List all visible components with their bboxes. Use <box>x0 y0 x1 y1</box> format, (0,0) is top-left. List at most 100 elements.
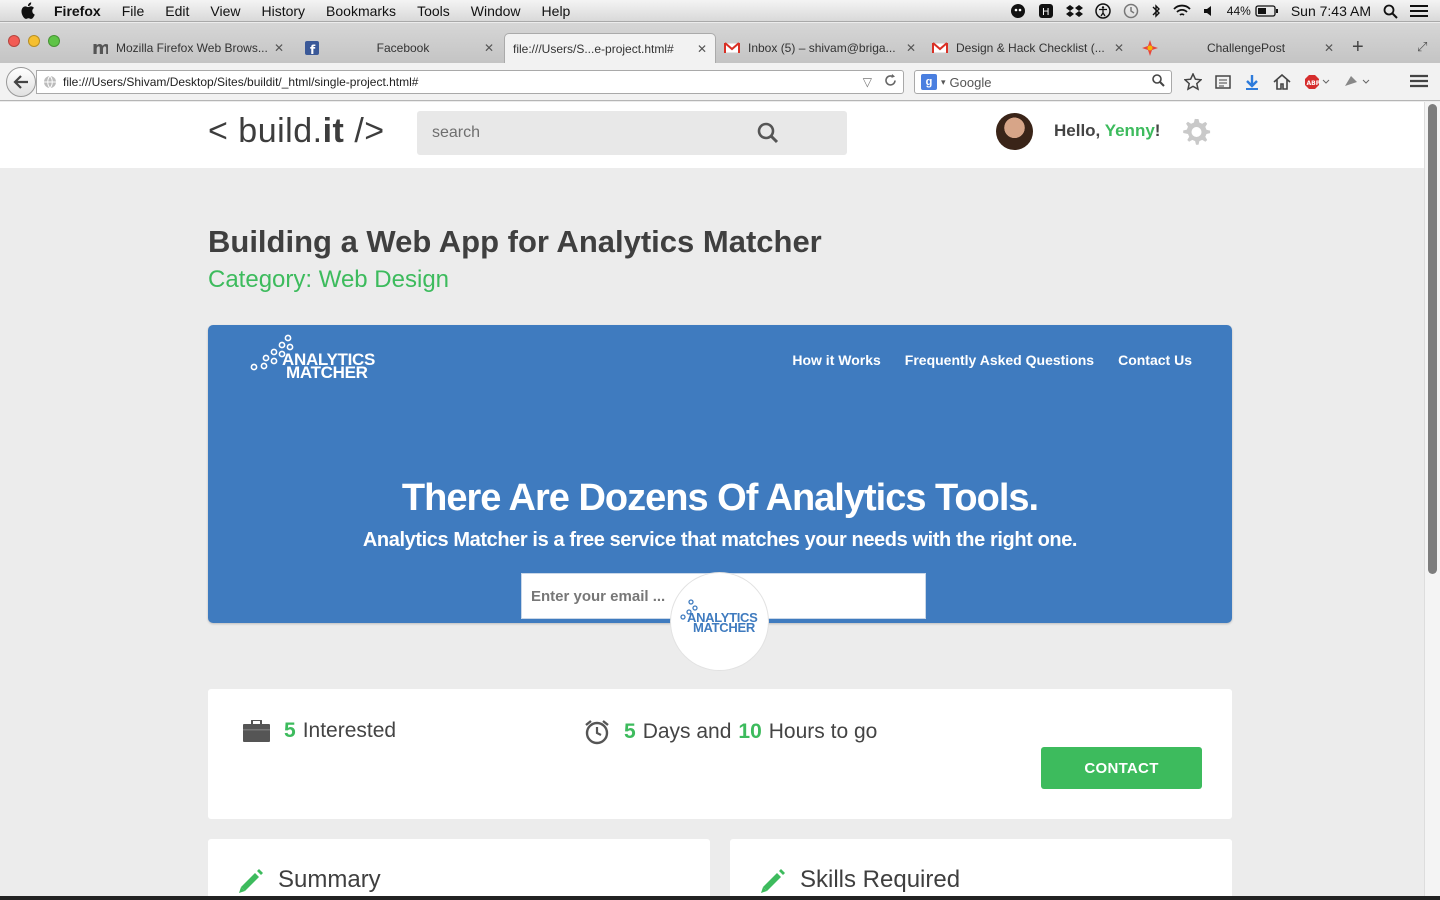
menu-tools[interactable]: Tools <box>417 3 450 19</box>
site-search-input[interactable] <box>417 111 737 155</box>
hootsuite-icon[interactable]: H <box>1038 3 1054 19</box>
gmail-icon <box>932 40 948 56</box>
battery-icon[interactable] <box>1255 5 1279 17</box>
zoom-window-button[interactable] <box>48 35 60 47</box>
summary-card-title: Summary <box>278 866 381 893</box>
new-tab-plus-icon[interactable]: + <box>1352 36 1364 59</box>
wifi-icon[interactable] <box>1173 4 1191 18</box>
mozilla-icon: m <box>92 40 108 56</box>
preview-subheadline: Analytics Matcher is a free service that… <box>362 529 1078 551</box>
user-name[interactable]: Yenny <box>1105 121 1155 140</box>
close-tab-icon[interactable]: ✕ <box>1324 41 1334 55</box>
hours-label: Hours to go <box>768 720 878 743</box>
site-logo[interactable]: < build.it /> <box>208 112 385 151</box>
bookmark-star-icon[interactable] <box>1184 73 1202 91</box>
site-search-box <box>417 111 847 155</box>
menu-edit[interactable]: Edit <box>165 3 189 19</box>
home-icon[interactable] <box>1273 74 1291 90</box>
tab-design-hack-checklist[interactable]: Design & Hack Checklist (... ✕ <box>926 33 1132 63</box>
svg-text:H: H <box>1042 7 1050 18</box>
back-arrow-icon[interactable] <box>6 67 36 97</box>
scrollbar-thumb[interactable] <box>1428 104 1437 574</box>
adblock-plus-icon[interactable]: ABP <box>1304 74 1330 90</box>
google-icon[interactable]: g <box>921 74 937 90</box>
tab-facebook[interactable]: f Facebook ✕ <box>296 33 502 63</box>
notification-center-icon[interactable] <box>1410 4 1428 18</box>
tab-gmail-inbox[interactable]: Inbox (5) – shivam@briga... ✕ <box>718 33 924 63</box>
tab-challengepost[interactable]: ChallengePost ✕ <box>1136 33 1342 63</box>
reading-list-icon[interactable] <box>1215 74 1231 90</box>
close-tab-icon[interactable]: ✕ <box>906 41 916 55</box>
preview-nav-faq: Frequently Asked Questions <box>904 352 1095 368</box>
bluetooth-icon[interactable] <box>1151 3 1161 19</box>
accessibility-icon[interactable] <box>1095 3 1111 19</box>
gear-icon[interactable] <box>1180 116 1212 153</box>
browser-toolbar-icons: ABP <box>1184 73 1384 91</box>
tab-title: file:///Users/S...e-project.html# <box>513 41 674 56</box>
skills-card-title: Skills Required <box>800 866 961 893</box>
window-bottom-edge <box>0 896 1440 900</box>
download-icon[interactable] <box>1244 74 1260 91</box>
volume-icon[interactable] <box>1203 4 1215 18</box>
pencil-icon <box>238 868 264 899</box>
reload-icon[interactable] <box>884 74 897 90</box>
minimize-window-button[interactable] <box>28 35 40 47</box>
project-category[interactable]: Category: Web Design <box>208 266 449 294</box>
menu-hamburger-icon[interactable] <box>1410 74 1428 93</box>
alarm-clock-icon <box>584 719 610 745</box>
preview-nav: How it Works Frequently Asked Questions … <box>768 352 1192 368</box>
user-avatar[interactable] <box>996 113 1033 150</box>
url-bar[interactable]: file:///Users/Shivam/Desktop/Sites/build… <box>36 70 904 94</box>
url-history-dropdown-icon[interactable]: ▽ <box>863 75 872 89</box>
close-tab-icon[interactable]: ✕ <box>697 42 707 56</box>
menu-history[interactable]: History <box>261 3 305 19</box>
svg-text:f: f <box>310 43 316 55</box>
hours-count: 10 <box>738 720 762 743</box>
close-tab-icon[interactable]: ✕ <box>1114 41 1124 55</box>
browser-search-placeholder: Google <box>949 74 992 90</box>
interested-count: 5 <box>284 719 296 742</box>
fullscreen-arrows-icon[interactable]: ⤢ <box>1417 39 1427 55</box>
menu-file[interactable]: File <box>122 3 145 19</box>
days-label: Days and <box>642 720 732 743</box>
close-tab-icon[interactable]: ✕ <box>484 41 494 55</box>
tab-mozilla[interactable]: m Mozilla Firefox Web Brows... ✕ <box>84 33 292 63</box>
apple-icon[interactable] <box>20 0 40 22</box>
menu-app-name[interactable]: Firefox <box>54 3 101 19</box>
project-stats-card: 5 Interested 5 Days and 10 Hours to go C… <box>208 689 1232 819</box>
menubar-clock[interactable]: Sun 7:43 AM <box>1291 3 1371 19</box>
preview-headline: There Are Dozens Of Analytics Tools. <box>401 477 1039 519</box>
page-scrollbar[interactable] <box>1424 102 1440 900</box>
tab-title: Inbox (5) – shivam@briga... <box>748 41 896 55</box>
tab-title: ChallengePost <box>1206 41 1286 55</box>
skills-required-card: Skills Required <box>730 839 1232 900</box>
menu-view[interactable]: View <box>210 3 240 19</box>
menu-window[interactable]: Window <box>471 3 521 19</box>
url-text[interactable]: file:///Users/Shivam/Desktop/Sites/build… <box>63 75 418 89</box>
interested-stat: 5 Interested <box>243 719 403 743</box>
extension-icon[interactable] <box>1343 74 1371 90</box>
search-engine-dropdown-icon[interactable]: ▾ <box>941 77 946 88</box>
menu-bookmarks[interactable]: Bookmarks <box>326 3 396 19</box>
tab-current-page[interactable]: file:///Users/S...e-project.html# ✕ <box>504 33 716 63</box>
spotlight-search-icon[interactable] <box>1383 4 1398 19</box>
contact-button[interactable]: CONTACT <box>1041 747 1202 789</box>
chat-bubble-icon[interactable] <box>1010 3 1026 19</box>
svg-text:ABP: ABP <box>1307 80 1321 87</box>
browser-search-bar[interactable]: g ▾ Google <box>914 70 1172 94</box>
logo-strong: it <box>322 112 345 150</box>
dropbox-icon[interactable] <box>1065 4 1083 19</box>
facebook-icon: f <box>304 40 320 56</box>
menu-help[interactable]: Help <box>542 3 571 19</box>
tab-title: Mozilla Firefox Web Brows... <box>116 41 268 55</box>
gmail-icon <box>724 40 740 56</box>
project-title: Building a Web App for Analytics Matcher <box>208 224 822 259</box>
battery-percentage: 44% <box>1226 4 1251 18</box>
close-tab-icon[interactable]: ✕ <box>274 41 284 55</box>
days-count: 5 <box>624 720 636 743</box>
search-icon[interactable] <box>1152 74 1165 90</box>
time-machine-icon[interactable] <box>1123 3 1139 19</box>
close-window-button[interactable] <box>8 35 20 47</box>
search-icon[interactable] <box>757 122 779 149</box>
briefcase-icon <box>243 720 270 742</box>
